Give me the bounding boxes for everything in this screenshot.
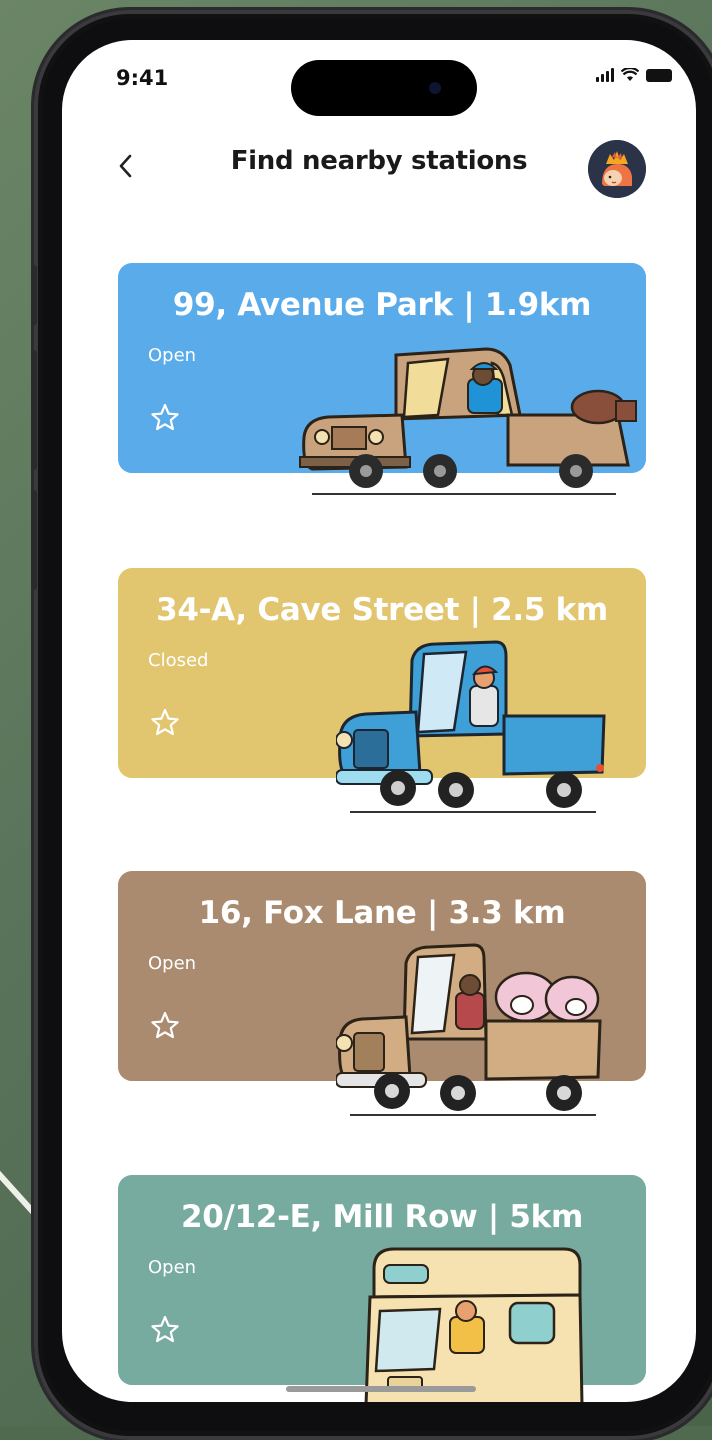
avatar-icon [588,140,646,198]
star-icon[interactable] [148,706,182,740]
status-icons [596,68,672,82]
app-screen: 9:41 Find nearby stations 99, Avenue Par… [62,40,696,1402]
camper-van-illustration [364,1247,584,1402]
volume-down-button [31,490,37,590]
wifi-icon [621,68,639,81]
station-card[interactable]: 34-A, Cave Street | 2.5 km Closed [118,568,646,813]
camera-dot [429,82,441,94]
station-title: 99, Avenue Park | 1.9km [172,287,592,323]
sheep-truck-illustration [336,943,602,1116]
pickup-truck-illustration [336,640,606,813]
station-title: 16, Fox Lane | 3.3 km [198,895,566,931]
pickup-truck-illustration [299,347,637,495]
volume-up-button [31,350,37,470]
avatar[interactable] [588,140,646,198]
station-card[interactable]: 20/12-E, Mill Row | 5km Open [118,1175,646,1402]
station-status: Open [148,953,197,974]
status-time: 9:41 [116,66,169,90]
star-icon[interactable] [148,401,182,435]
star-icon[interactable] [148,1313,182,1347]
status-bar: 9:41 [62,40,696,120]
signal-icon [596,68,614,82]
station-status: Open [148,345,197,366]
station-card[interactable]: 16, Fox Lane | 3.3 km Open [118,871,646,1116]
header: Find nearby stations [62,140,696,200]
home-indicator [286,1386,476,1392]
station-card[interactable]: 99, Avenue Park | 1.9km Open [118,263,646,495]
station-title: 34-A, Cave Street | 2.5 km [156,592,608,628]
battery-icon [646,69,672,82]
station-status: Open [148,1257,197,1278]
mute-switch [31,265,37,325]
station-title: 20/12-E, Mill Row | 5km [180,1199,584,1235]
dynamic-island [291,60,477,116]
station-status: Closed [148,650,209,671]
star-icon[interactable] [148,1009,182,1043]
